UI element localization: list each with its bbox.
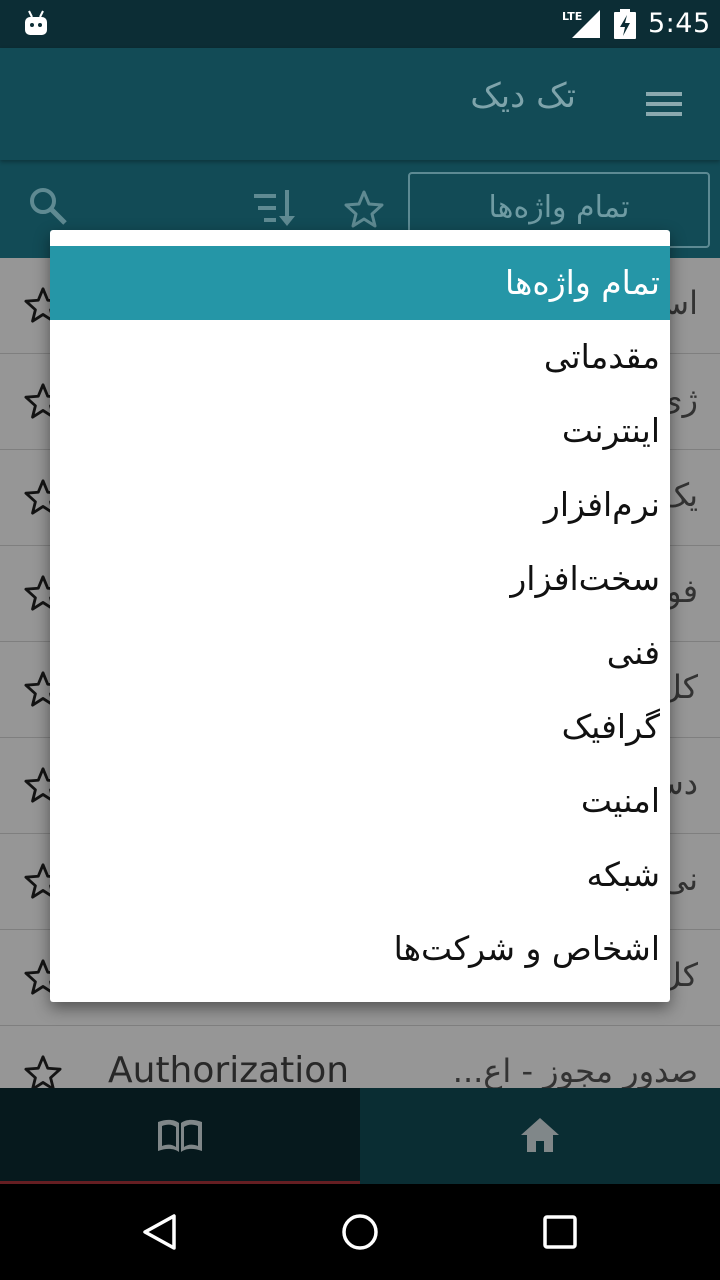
dropdown-option-technical[interactable]: فنی	[50, 616, 670, 690]
signal-lte-icon: LTE	[562, 10, 600, 38]
nav-dim-overlay	[0, 1088, 720, 1184]
android-notification-icon	[25, 10, 47, 35]
search-icon[interactable]	[28, 186, 68, 226]
status-clock: 5:45	[648, 8, 711, 39]
dropdown-option-internet[interactable]: اینترنت	[50, 394, 670, 468]
favorites-star-icon[interactable]	[344, 190, 384, 228]
dropdown-option-security[interactable]: امنیت	[50, 764, 670, 838]
dropdown-option-hardware[interactable]: سخت‌افزار	[50, 542, 670, 616]
dropdown-option-basic[interactable]: مقدماتی	[50, 320, 670, 394]
dropdown-option-network[interactable]: شبکه	[50, 838, 670, 912]
sort-icon[interactable]	[254, 188, 298, 228]
dropdown-option-all-words[interactable]: تمام واژه‌ها	[50, 246, 670, 320]
bottom-navigation	[0, 1088, 720, 1184]
recents-square-icon[interactable]	[542, 1214, 578, 1250]
system-navigation-bar	[0, 1184, 720, 1280]
status-bar: LTE 5:45	[0, 0, 720, 48]
hamburger-menu-icon[interactable]	[646, 90, 682, 118]
category-dropdown-menu: تمام واژه‌ها مقدماتی اینترنت نرم‌افزار س…	[50, 230, 670, 1002]
home-circle-icon[interactable]	[340, 1212, 380, 1252]
app-bar: تک دیک	[0, 48, 720, 160]
app-title: تک دیک	[470, 76, 576, 116]
dropdown-option-software[interactable]: نرم‌افزار	[50, 468, 670, 542]
dropdown-option-graphics[interactable]: گرافیک	[50, 690, 670, 764]
svg-text:LTE: LTE	[562, 10, 582, 23]
battery-charging-icon	[614, 9, 636, 39]
dropdown-option-people-companies[interactable]: اشخاص و شرکت‌ها	[50, 912, 670, 986]
back-triangle-icon[interactable]	[140, 1212, 180, 1252]
